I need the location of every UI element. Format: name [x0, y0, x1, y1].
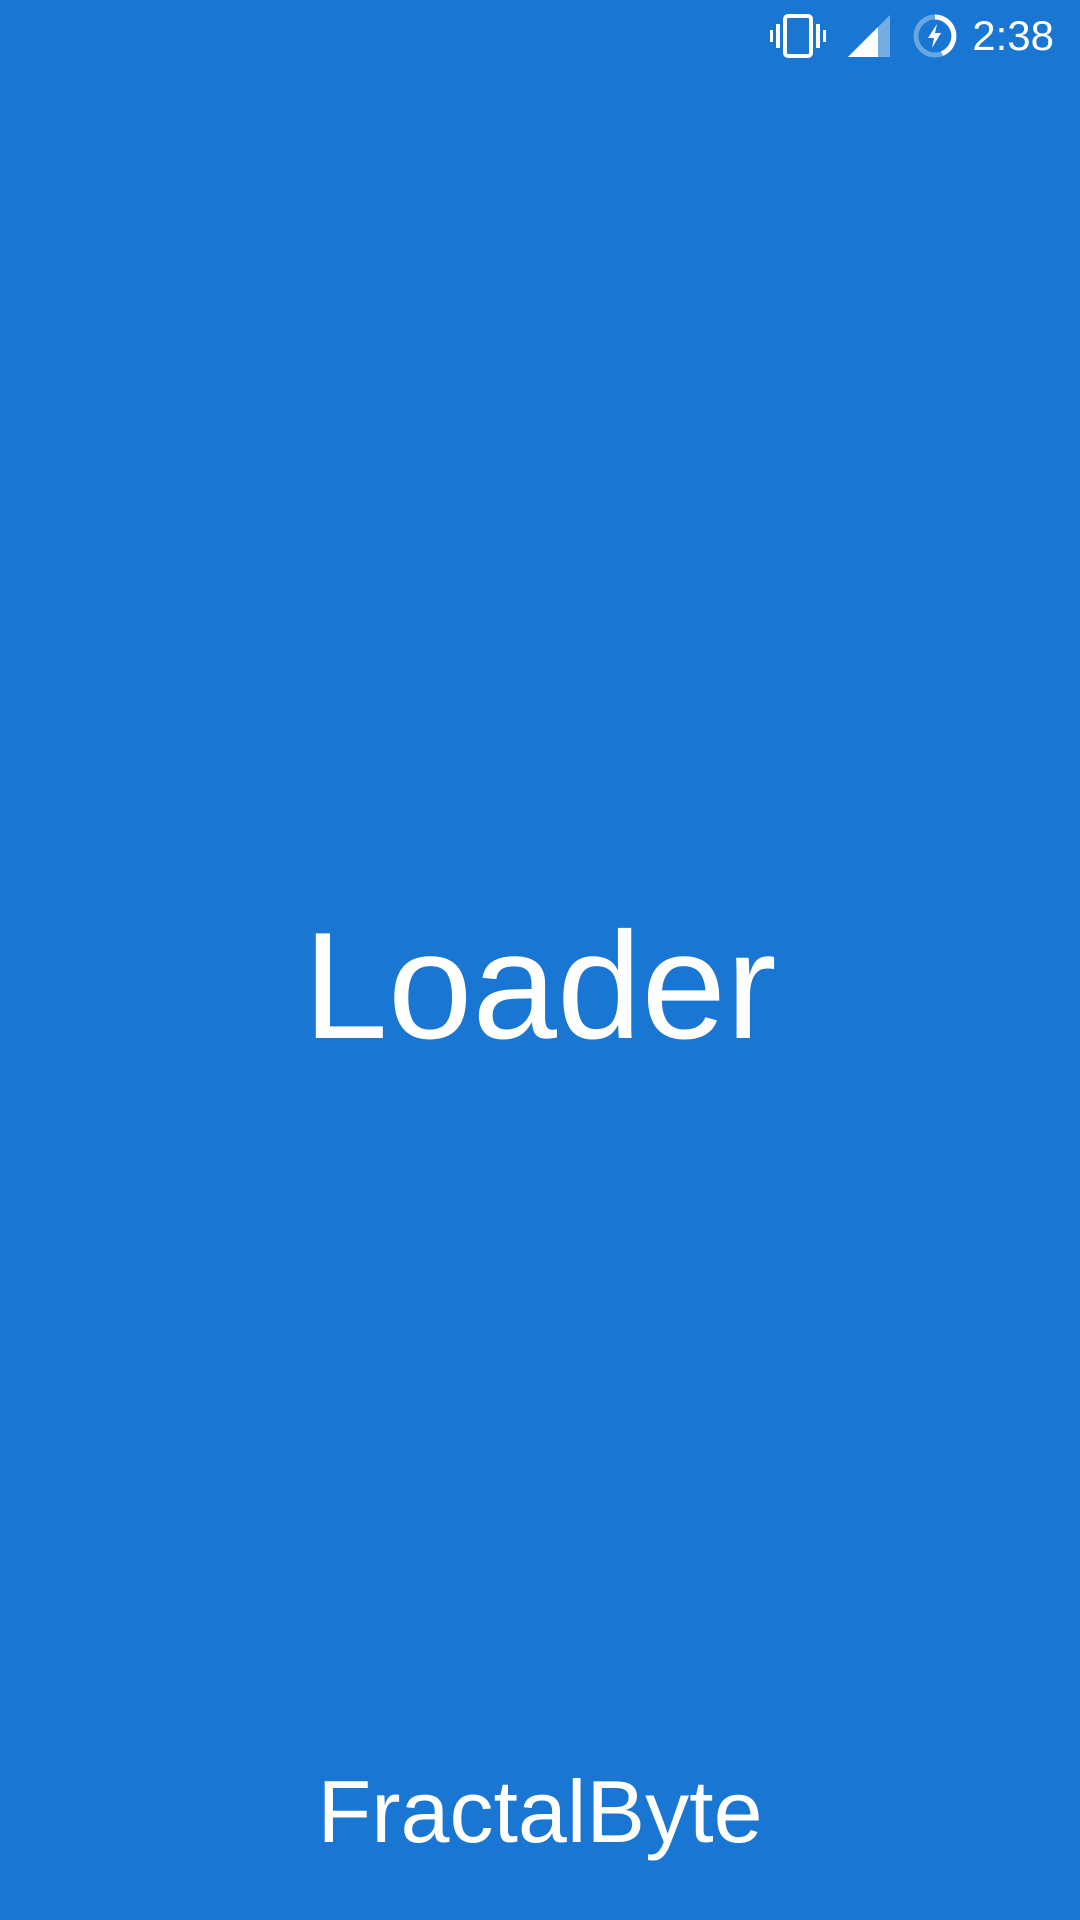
- splash-title: Loader: [303, 901, 777, 1071]
- status-bar: 2:38: [0, 0, 1080, 72]
- vibrate-icon: [770, 14, 827, 58]
- cell-signal-icon: [848, 15, 891, 57]
- battery-charging-icon: [912, 13, 958, 59]
- status-time: 2:38: [972, 12, 1054, 59]
- brand-name: FractalByte: [317, 1762, 763, 1861]
